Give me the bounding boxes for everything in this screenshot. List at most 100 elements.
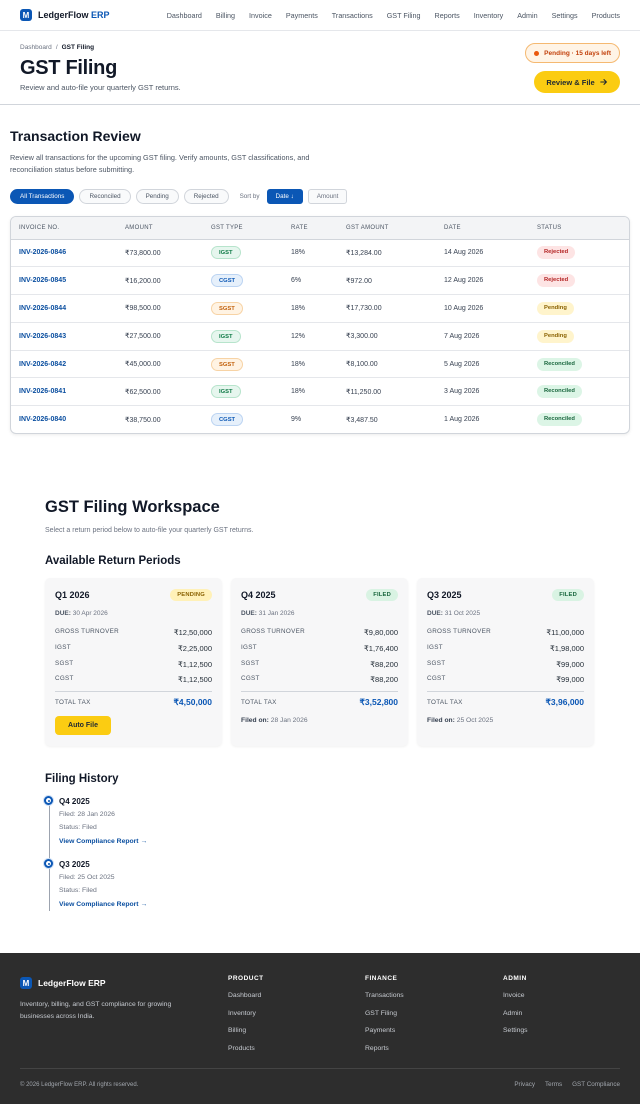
table-row[interactable]: INV-2026-0841 ₹62,500.00 IGST 18% ₹11,250.00… (11, 377, 629, 407)
footer-column-title: PRODUCT (228, 975, 264, 982)
table-row[interactable]: INV-2026-0845 ₹16,200.00 CGST 6% ₹972.00 12 A… (11, 266, 629, 296)
brand-name: LedgerFlow (38, 10, 89, 20)
sort-date-button[interactable]: Date ↓ (266, 189, 303, 204)
return-period-card[interactable]: Q3 2025 FILED DUE: 31 Oct 2025 GROSS TURNOV… (417, 578, 594, 746)
footer-link-inventory[interactable]: Inventory (228, 1010, 264, 1028)
auto-file-button[interactable]: Auto File (55, 716, 111, 735)
filter-all[interactable]: All Transactions (10, 189, 75, 204)
rate-cell: 18% (283, 377, 338, 407)
breadcrumb-separator: / (55, 44, 58, 51)
column-header-gst-type: GST TYPE (203, 217, 283, 240)
breakdown-value: ₹99,000 (556, 659, 584, 669)
breakdown-row: GROSS TURNOVER ₹11,00,000 (427, 628, 584, 644)
invoice-number[interactable]: INV-2026-0845 (11, 266, 117, 296)
brand-logo[interactable]: M LedgerFlow ERP (20, 9, 110, 21)
invoice-number[interactable]: INV-2026-0843 (11, 322, 117, 351)
due-value: 31 Oct 2025 (444, 610, 481, 617)
breakdown-label: CGST (241, 675, 260, 683)
table-row[interactable]: INV-2026-0842 ₹45,000.00 SGST 18% ₹8,100.00 5… (11, 350, 629, 379)
footer-link-billing[interactable]: Billing (228, 1027, 264, 1045)
timeline-dot-icon (44, 796, 53, 805)
footer-link-payments[interactable]: Payments (365, 1027, 404, 1045)
footer-link-products[interactable]: Products (228, 1045, 264, 1063)
table-header-row: INVOICE NO. AMOUNT GST TYPE RATE GST AMOUNT D… (11, 217, 629, 240)
breakdown-value: ₹2,25,000 (178, 643, 212, 653)
status-badge: Pending (537, 301, 574, 315)
amount-cell: ₹16,200.00 (117, 266, 203, 296)
filed-on-date: Filed on: 28 Jan 2026 (241, 717, 308, 724)
workspace-subtitle: Select a return period below to auto-fil… (45, 527, 254, 534)
date-cell: 5 Aug 2026 (436, 350, 529, 379)
footer-link-reports[interactable]: Reports (365, 1045, 404, 1063)
history-filed-date: Filed: 25 Oct 2025 (59, 874, 115, 881)
invoice-number[interactable]: INV-2026-0841 (11, 377, 117, 407)
footer-link-invoice[interactable]: Invoice (503, 992, 528, 1010)
nav-payments[interactable]: Payments (286, 11, 318, 20)
filed-on-value: 25 Oct 2025 (456, 717, 494, 724)
gst-type-cell: SGST (203, 294, 283, 323)
top-nav: M LedgerFlow ERP Dashboard Billing Invoice… (0, 0, 640, 31)
invoice-number[interactable]: INV-2026-0840 (11, 406, 117, 433)
footer-legal-privacy[interactable]: Privacy (514, 1081, 535, 1088)
footer-link-admin[interactable]: Admin (503, 1010, 528, 1028)
filter-reconciled[interactable]: Reconciled (79, 189, 131, 204)
sort-amount-button[interactable]: Amount (307, 189, 348, 204)
filter-rejected[interactable]: Rejected (183, 189, 229, 204)
breakdown-label: SGST (55, 659, 74, 667)
footer-column-title: FINANCE (365, 975, 398, 982)
footer-column-admin: ADMIN Invoice Admin Settings (503, 975, 528, 1045)
footer-link-settings[interactable]: Settings (503, 1027, 528, 1045)
status-dot-icon (534, 50, 540, 56)
timeline-line (49, 803, 50, 911)
period-status-badge: PENDING (170, 589, 212, 601)
nav-settings[interactable]: Settings (552, 11, 578, 20)
period-total-tax: TOTAL TAX ₹4,50,000 (55, 691, 212, 708)
nav-admin[interactable]: Admin (517, 11, 537, 20)
filter-pending[interactable]: Pending (135, 189, 179, 204)
view-compliance-report-link[interactable]: View Compliance Report → (59, 838, 147, 845)
filing-status-chip: Pending · 15 days left (525, 43, 620, 63)
nav-links: Dashboard Billing Invoice Payments Transacti… (167, 11, 620, 20)
period-quarter: Q4 2025 (241, 590, 276, 600)
footer-legal-terms[interactable]: Terms (545, 1081, 562, 1088)
table-body: INV-2026-0846 ₹73,800.00 IGST 18% ₹13,284.00… (11, 239, 629, 433)
status-badge: Reconciled (537, 357, 582, 371)
nav-transactions[interactable]: Transactions (332, 11, 373, 20)
period-status-badge: FILED (552, 589, 584, 601)
transaction-review-title: Transaction Review (10, 128, 141, 144)
period-breakdown: GROSS TURNOVER ₹9,80,000 IGST ₹1,76,400 SGST… (241, 628, 398, 691)
footer-column-product: PRODUCT Dashboard Inventory Billing Products (228, 975, 264, 1062)
nav-gst-filing[interactable]: GST Filing (387, 11, 421, 20)
table-row[interactable]: INV-2026-0846 ₹73,800.00 IGST 18% ₹13,284.00… (11, 239, 629, 268)
footer-link-dashboard[interactable]: Dashboard (228, 992, 264, 1010)
nav-dashboard[interactable]: Dashboard (167, 11, 202, 20)
gst-type-badge: SGST (211, 357, 243, 371)
footer-link-gst-filing[interactable]: GST Filing (365, 1010, 404, 1028)
table-row[interactable]: INV-2026-0844 ₹98,500.00 SGST 18% ₹17,730.00… (11, 294, 629, 323)
invoice-number[interactable]: INV-2026-0846 (11, 239, 117, 268)
footer: M LedgerFlow ERP Inventory, billing, and… (0, 953, 640, 1104)
footer-link-transactions[interactable]: Transactions (365, 992, 404, 1010)
footer-column-title: ADMIN (503, 975, 527, 982)
invoice-number[interactable]: INV-2026-0842 (11, 350, 117, 379)
nav-invoice[interactable]: Invoice (249, 11, 272, 20)
nav-inventory[interactable]: Inventory (474, 11, 504, 20)
table-row[interactable]: INV-2026-0840 ₹38,750.00 CGST 9% ₹3,487.50 1 … (11, 406, 629, 433)
breadcrumb-dashboard[interactable]: Dashboard (20, 44, 52, 51)
view-compliance-report-link[interactable]: View Compliance Report → (59, 901, 147, 908)
table-row[interactable]: INV-2026-0843 ₹27,500.00 IGST 12% ₹3,300.00 7… (11, 322, 629, 351)
return-period-card[interactable]: Q1 2026 PENDING DUE: 30 Apr 2026 GROSS TURN… (45, 578, 222, 746)
nav-reports[interactable]: Reports (435, 11, 460, 20)
nav-billing[interactable]: Billing (216, 11, 235, 20)
invoice-number[interactable]: INV-2026-0844 (11, 294, 117, 323)
review-file-button[interactable]: Review & File (534, 71, 620, 93)
breakdown-row: SGST ₹88,200 (241, 660, 398, 676)
footer-brand[interactable]: M LedgerFlow ERP (20, 977, 106, 989)
footer-legal-gst-compliance[interactable]: GST Compliance (572, 1081, 620, 1088)
filed-on-label: Filed on: (427, 717, 455, 724)
gst-type-badge: IGST (211, 329, 241, 343)
return-period-card[interactable]: Q4 2025 FILED DUE: 31 Jan 2026 GROSS TURNOV… (231, 578, 408, 746)
status-badge: Reconciled (537, 385, 582, 399)
nav-products[interactable]: Products (592, 11, 620, 20)
rate-cell: 12% (283, 322, 338, 351)
